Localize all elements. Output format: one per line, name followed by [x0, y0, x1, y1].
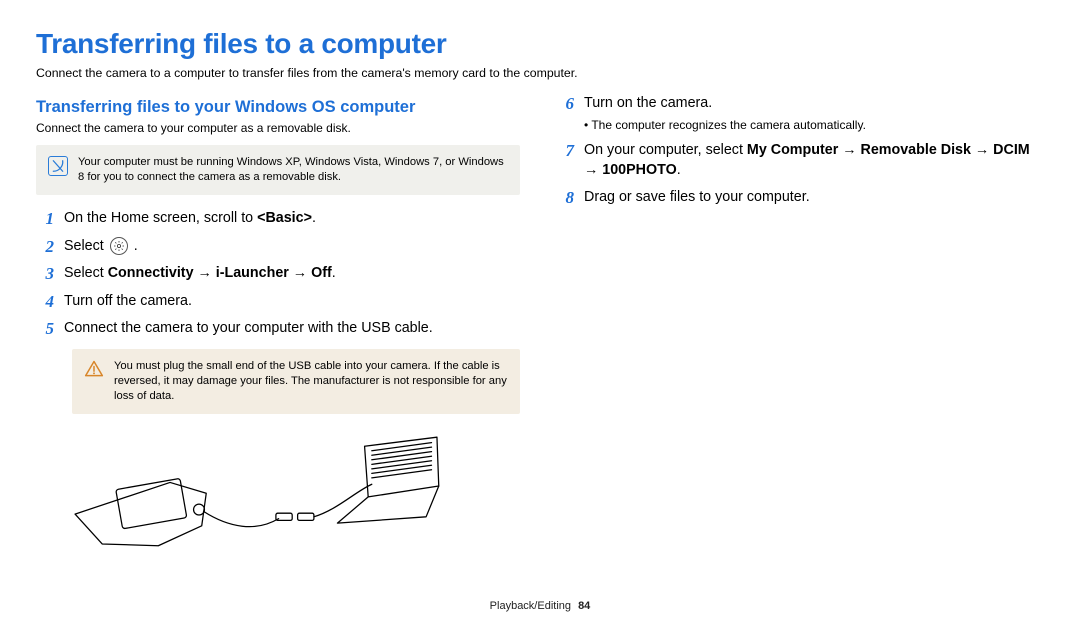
step-3-text-post: . [332, 265, 336, 281]
step-8-text: Drag or save files to your computer. [584, 188, 810, 207]
info-note: Your computer must be running Windows XP… [36, 145, 520, 195]
step-1: 1 On the Home screen, scroll to <Basic>. [36, 209, 520, 229]
content-columns: Transferring files to your Windows OS co… [36, 94, 1040, 571]
footer-section: Playback/Editing [490, 600, 571, 612]
step-1-bold: <Basic> [257, 210, 312, 226]
step-6: 6 Turn on the camera. The computer recog… [556, 94, 1040, 133]
step-number: 1 [36, 209, 54, 229]
step-5-text: Connect the camera to your computer with… [64, 319, 433, 338]
step-8: 8 Drag or save files to your computer. [556, 188, 1040, 208]
step-number: 5 [36, 319, 54, 339]
connection-diagram [66, 426, 520, 571]
warning-icon [84, 359, 104, 379]
step-3-text-pre: Select [64, 265, 108, 281]
step-7: 7 On your computer, select My Computer →… [556, 141, 1040, 180]
step-2: 2 Select . [36, 237, 520, 257]
step-7-text-pre: On your computer, select [584, 142, 747, 158]
left-column: Transferring files to your Windows OS co… [36, 94, 520, 571]
note-icon [48, 156, 68, 176]
step-number: 8 [556, 188, 574, 208]
warning-text: You must plug the small end of the USB c… [114, 359, 508, 404]
right-column: 6 Turn on the camera. The computer recog… [556, 94, 1040, 571]
step-number: 3 [36, 264, 54, 284]
step-4-text: Turn off the camera. [64, 292, 192, 311]
step-3-bold: Connectivity → i-Launcher → Off [108, 265, 332, 281]
step-number: 4 [36, 292, 54, 312]
steps-list-left: 1 On the Home screen, scroll to <Basic>.… [36, 209, 520, 339]
step-2-text: Select [64, 238, 108, 254]
page-title: Transferring files to a computer [36, 28, 1040, 60]
laptop-icon [337, 437, 438, 523]
step-number: 6 [556, 94, 574, 114]
steps-list-right: 6 Turn on the camera. The computer recog… [556, 94, 1040, 208]
footer-page-number: 84 [578, 600, 590, 612]
step-number: 2 [36, 237, 54, 257]
step-number: 7 [556, 141, 574, 161]
step-2-text-post: . [130, 238, 138, 254]
page-footer: Playback/Editing 84 [0, 600, 1080, 612]
page-intro: Connect the camera to a computer to tran… [36, 66, 1040, 80]
step-1-text-post: . [312, 210, 316, 226]
step-6-sub: The computer recognizes the camera autom… [584, 117, 866, 133]
info-note-text: Your computer must be running Windows XP… [78, 155, 508, 185]
step-1-text-pre: On the Home screen, scroll to [64, 210, 257, 226]
section-subtext: Connect the camera to your computer as a… [36, 121, 520, 135]
step-6-text: Turn on the camera. [584, 95, 712, 111]
section-heading: Transferring files to your Windows OS co… [36, 98, 520, 117]
step-4: 4 Turn off the camera. [36, 292, 520, 312]
camera-icon [75, 479, 372, 546]
settings-gear-icon [110, 237, 128, 255]
step-5: 5 Connect the camera to your computer wi… [36, 319, 520, 339]
step-3: 3 Select Connectivity → i-Launcher → Off… [36, 264, 520, 284]
step-7-text-post: . [677, 162, 681, 178]
warning-note: You must plug the small end of the USB c… [72, 349, 520, 414]
